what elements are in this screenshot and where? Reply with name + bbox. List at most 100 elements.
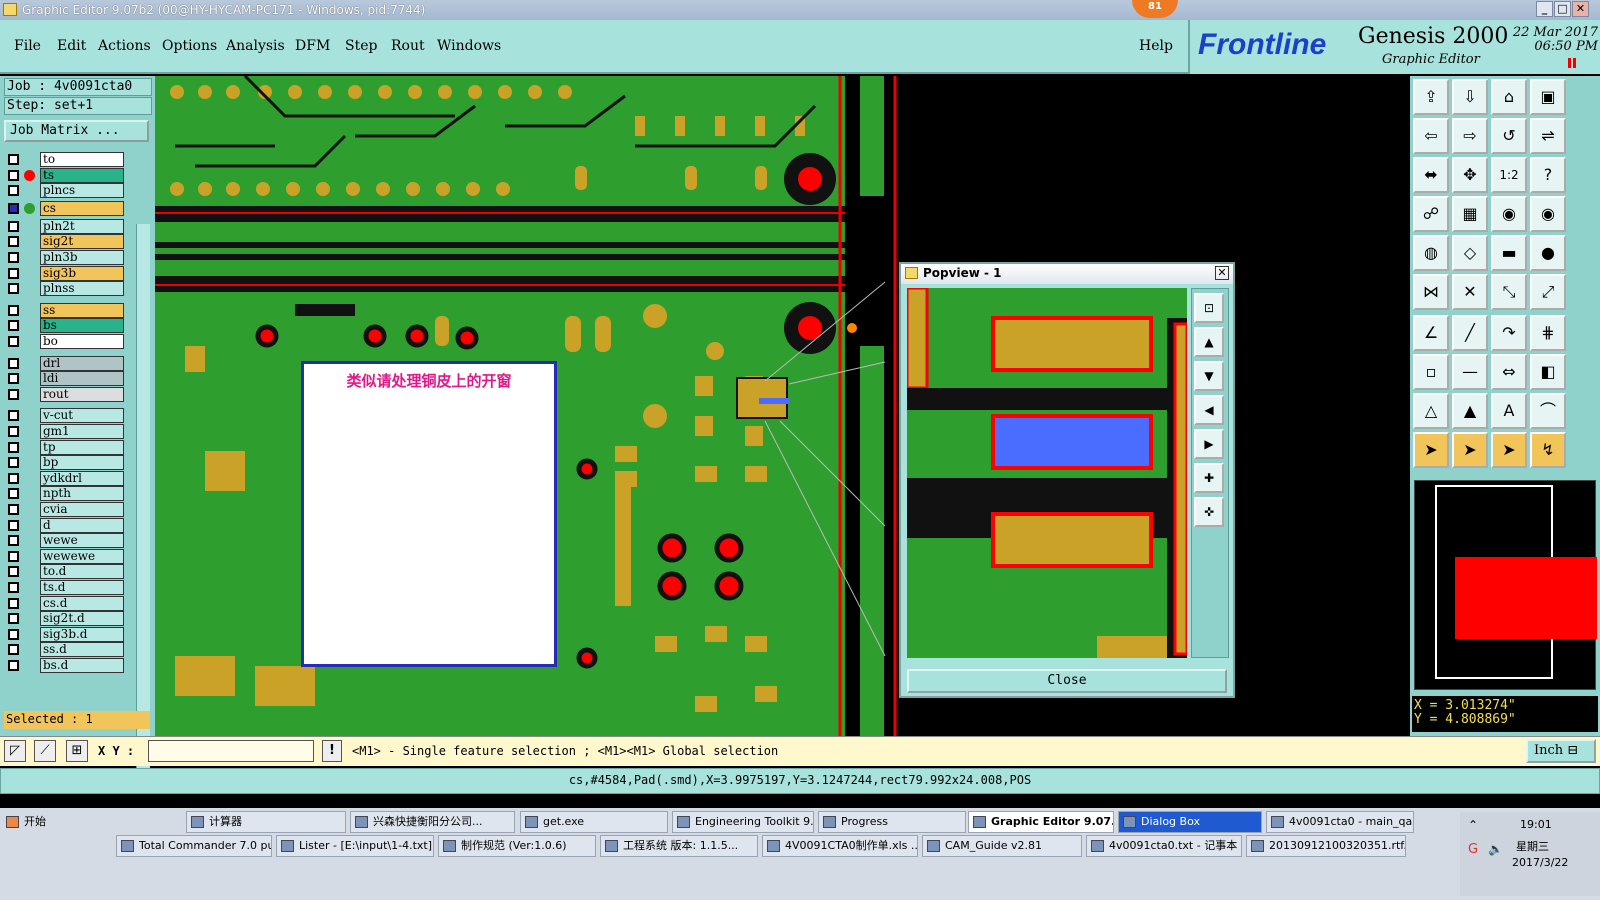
tool-select-icon[interactable]: ◍ — [1413, 235, 1449, 271]
taskbar-button[interactable]: 计算器 — [186, 811, 346, 833]
layer-checkbox[interactable] — [8, 457, 19, 469]
menu-help[interactable]: Help — [1139, 38, 1173, 54]
tool-shape-icon[interactable]: ◇ — [1452, 235, 1488, 271]
layer-row[interactable]: cs — [6, 200, 124, 216]
layer-row[interactable]: ydkdrl — [6, 470, 124, 486]
tool-arc-icon[interactable]: ⌒ — [1530, 393, 1566, 429]
layer-row[interactable]: wewe — [6, 533, 124, 549]
layer-row[interactable]: bs — [6, 318, 124, 334]
tool-layers-icon[interactable]: ☍ — [1413, 196, 1449, 232]
layer-row[interactable]: ts — [6, 167, 124, 183]
tool-line-icon[interactable]: ╱ — [1452, 315, 1488, 351]
layer-checkbox[interactable] — [8, 283, 19, 295]
layer-row[interactable]: sig2t — [6, 234, 124, 250]
layer-checkbox[interactable] — [8, 597, 19, 609]
layer-row[interactable]: cs.d — [6, 595, 124, 611]
layer-checkbox[interactable] — [8, 644, 19, 656]
layer-row[interactable]: plncs — [6, 183, 124, 199]
tool-scale-icon[interactable]: 1:2 — [1491, 157, 1527, 193]
tool-feature-icon[interactable]: ▫ — [1413, 354, 1449, 390]
unit-selector[interactable]: Inch ⊟ — [1526, 739, 1596, 763]
alert-icon[interactable]: ! — [322, 740, 342, 762]
grid-icon[interactable]: ⊞ — [66, 740, 88, 762]
popview-pan-down-icon[interactable]: ▼ — [1194, 361, 1224, 391]
close-window-button[interactable]: ✕ — [1572, 1, 1589, 17]
tool-dash-icon[interactable]: — — [1452, 354, 1488, 390]
layer-row[interactable]: ts.d — [6, 580, 124, 595]
layer-row[interactable]: pln3b — [6, 250, 124, 265]
layer-checkbox[interactable] — [8, 304, 19, 316]
volume-icon[interactable]: 🔈 — [1488, 842, 1503, 856]
tool-pointer4-icon[interactable]: ↯ — [1530, 432, 1566, 468]
popview-close-button[interactable]: Close — [907, 669, 1227, 693]
layer-checkbox[interactable] — [8, 550, 19, 562]
layer-checkbox[interactable] — [8, 613, 19, 625]
tool-pad-icon[interactable]: ● — [1530, 235, 1566, 271]
popview-zoom-view[interactable] — [907, 288, 1187, 658]
tool-panel-icon[interactable]: ▣ — [1530, 79, 1566, 115]
tool-swap-icon[interactable]: ⇌ — [1530, 118, 1566, 154]
menu-options[interactable]: Options — [162, 38, 217, 54]
tool-undo-icon[interactable]: ↺ — [1491, 118, 1527, 154]
layer-row[interactable]: plnss — [6, 281, 124, 297]
tool-up-arrow-icon[interactable]: ⇪ — [1413, 79, 1449, 115]
layer-checkbox[interactable] — [8, 628, 19, 640]
tool-copy-icon[interactable]: ⤢ — [1530, 274, 1566, 310]
layer-row[interactable]: ss — [6, 302, 124, 318]
tool-move-icon[interactable]: ⤡ — [1491, 274, 1527, 310]
xy-input[interactable] — [148, 740, 314, 762]
job-matrix-button[interactable]: Job Matrix ... — [4, 120, 149, 142]
tool-snap2-icon[interactable]: ◉ — [1530, 196, 1566, 232]
taskbar-button[interactable]: Dialog Box — [1118, 811, 1262, 833]
layer-row[interactable]: wewewe — [6, 548, 124, 564]
tool-fit-icon[interactable]: ⬌ — [1413, 157, 1449, 193]
taskbar-button[interactable]: 20130912100320351.rtf... — [1246, 835, 1406, 857]
tool-grid-icon[interactable]: ▦ — [1452, 196, 1488, 232]
layer-checkbox[interactable] — [8, 336, 19, 347]
layer-checkbox[interactable] — [8, 582, 19, 593]
menu-windows[interactable]: Windows — [437, 38, 501, 54]
popview-pan-up-icon[interactable]: ▲ — [1194, 327, 1224, 357]
layer-checkbox[interactable] — [8, 519, 19, 531]
start-button[interactable]: 开始 — [2, 812, 52, 834]
tool-triangle2-icon[interactable]: ▲ — [1452, 393, 1488, 429]
taskbar-button[interactable]: Graphic Editor 9.07... — [968, 811, 1114, 833]
layer-row[interactable]: pln2t — [6, 218, 124, 234]
popview-zoom-out-icon[interactable]: ✜ — [1194, 497, 1224, 527]
layer-checkbox[interactable] — [8, 154, 19, 165]
taskbar-button[interactable]: 工程系统 版本: 1.1.5... — [600, 835, 758, 857]
taskbar-button[interactable]: 4v0091cta0.txt - 记事本 — [1086, 835, 1242, 857]
layer-row[interactable]: to — [6, 152, 124, 167]
layer-row[interactable]: to.d — [6, 564, 124, 580]
layer-checkbox[interactable] — [8, 660, 19, 671]
layer-checkbox[interactable] — [8, 357, 19, 369]
tool-pointer3-icon[interactable]: ➤ — [1491, 432, 1527, 468]
tray-app-icon[interactable]: G — [1468, 842, 1478, 857]
popview-zoom-fit-icon[interactable]: ⊡ — [1194, 293, 1224, 323]
tool-down-arrow-icon[interactable]: ⇩ — [1452, 79, 1488, 115]
menu-edit[interactable]: Edit — [57, 38, 86, 54]
layer-row[interactable]: bo — [6, 334, 124, 349]
layer-row[interactable]: cvia — [6, 502, 124, 517]
layer-checkbox[interactable] — [8, 472, 19, 484]
layer-row[interactable]: sig2t.d — [6, 611, 124, 627]
tool-stretch-icon[interactable]: ⇔ — [1491, 354, 1527, 390]
taskbar-button[interactable]: 兴森快捷衡阳分公司... — [350, 811, 515, 833]
menu-actions[interactable]: Actions — [98, 38, 151, 54]
layer-checkbox[interactable] — [8, 388, 19, 400]
tool-help-icon[interactable]: ? — [1530, 157, 1566, 193]
layer-row[interactable]: d — [6, 517, 124, 533]
layer-checkbox[interactable] — [8, 426, 19, 437]
layer-checkbox[interactable] — [8, 185, 19, 197]
popview-close-icon[interactable]: ✕ — [1215, 266, 1229, 280]
menu-dfm[interactable]: DFM — [295, 38, 330, 54]
taskbar-button[interactable]: 4V0091CTA0制作单.xls ... — [762, 835, 918, 857]
layer-checkbox[interactable] — [8, 252, 19, 263]
overview-map[interactable] — [1414, 480, 1597, 690]
taskbar-button[interactable]: 4v0091cta0 - main_qa — [1266, 811, 1414, 833]
tool-fill-icon[interactable]: ◧ — [1530, 354, 1566, 390]
tool-connect-icon[interactable]: ⋈ — [1413, 274, 1449, 310]
layer-checkbox[interactable] — [8, 373, 19, 385]
layer-checkbox[interactable] — [8, 169, 19, 181]
notification-badge[interactable]: 81 — [1132, 0, 1178, 18]
